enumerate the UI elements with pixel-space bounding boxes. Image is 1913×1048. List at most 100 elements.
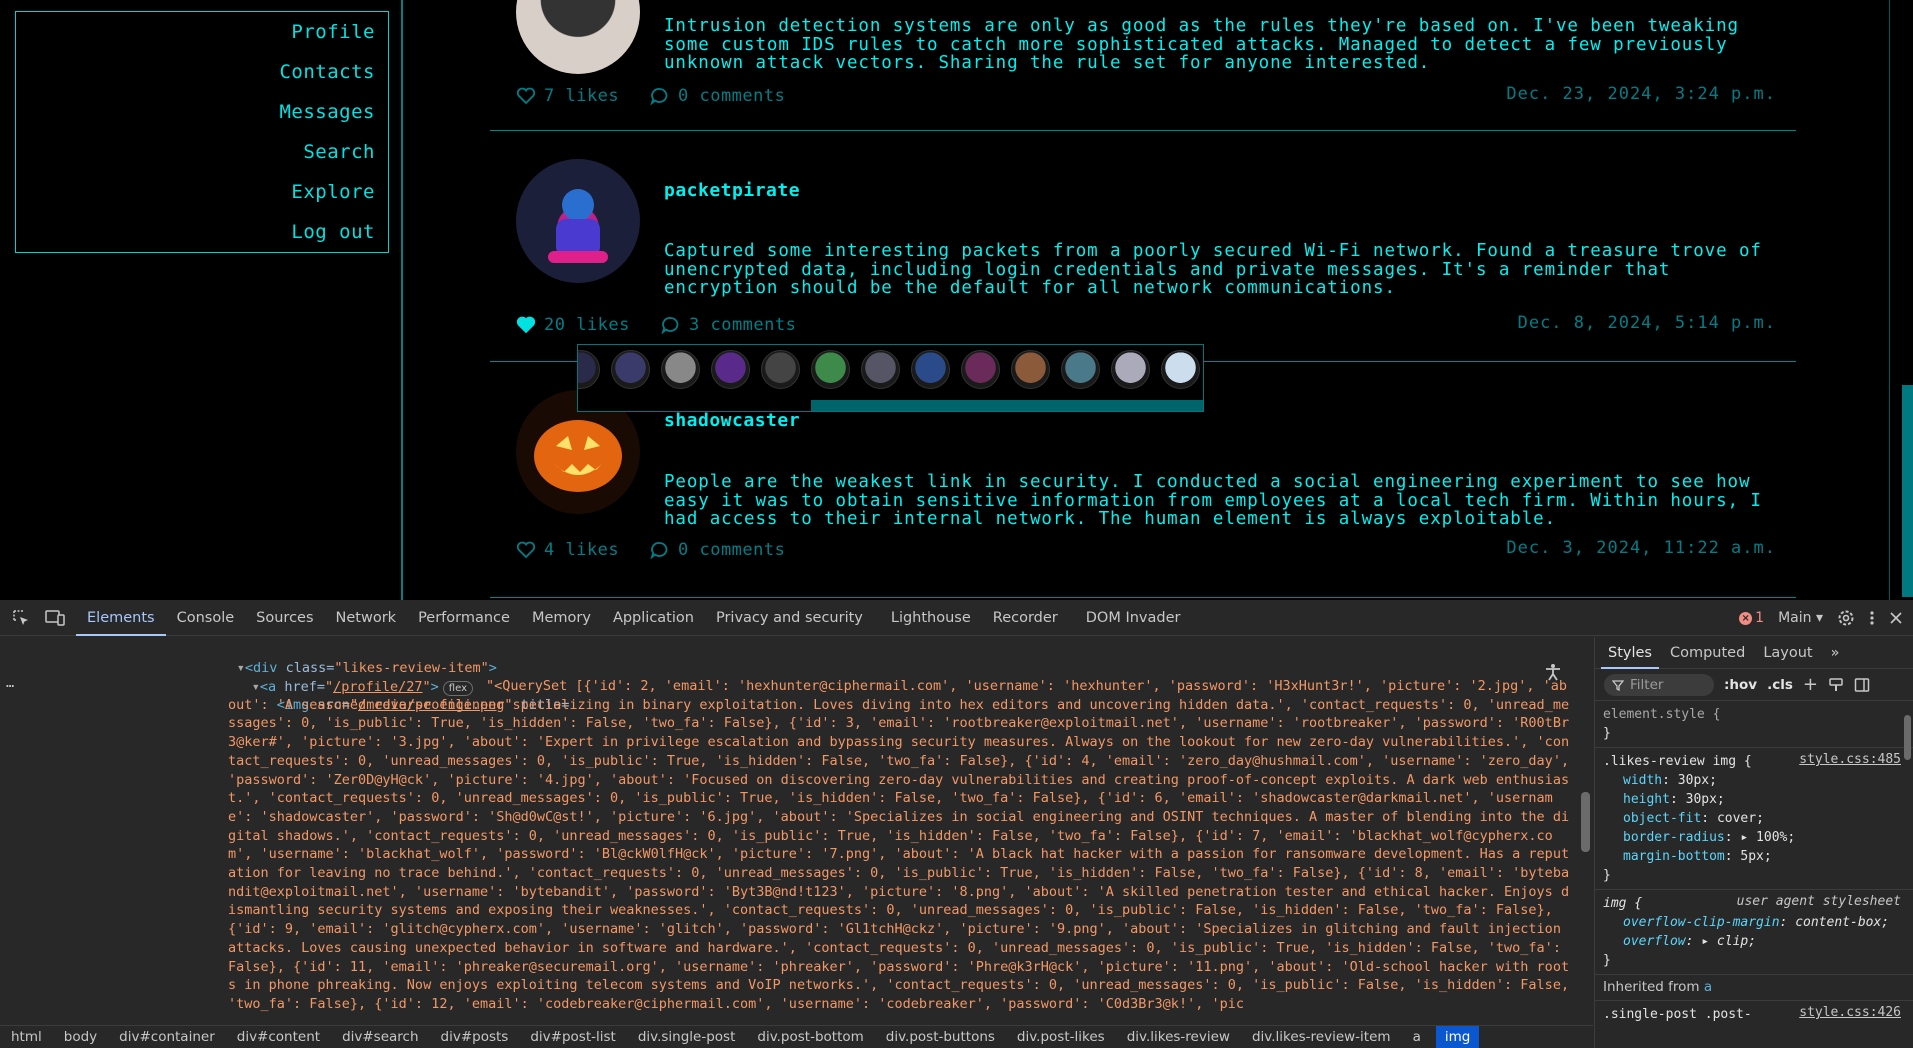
crumb[interactable]: div#content [237,1026,331,1048]
paint-icon[interactable] [1828,677,1844,693]
nav-logout[interactable]: Log out [16,212,388,252]
settings-gear-icon[interactable] [1837,609,1855,627]
tab-memory[interactable]: Memory [521,600,602,636]
liker-avatar[interactable] [811,350,850,389]
node-options-ellipsis-icon[interactable]: … [6,674,14,693]
post-username[interactable]: shadowcaster [664,410,800,431]
context-selector[interactable]: Main ▾ [1778,610,1823,626]
accessibility-icon[interactable] [1543,662,1563,682]
crumb[interactable]: div#container [119,1026,226,1048]
like-button[interactable]: 20 likes [516,315,630,335]
post-username[interactable]: packetpirate [664,180,800,201]
hov-toggle[interactable]: :hov [1724,677,1757,693]
liker-avatar[interactable] [861,350,900,389]
crumb[interactable]: div#posts [441,1026,520,1048]
nav-messages[interactable]: Messages [16,92,388,132]
element-style-rule: element.style { } [1595,701,1913,748]
liker-avatar[interactable] [761,350,800,389]
tab-dom-invader[interactable]: DOM Invader [1075,600,1192,636]
css-property[interactable]: width: 30px; [1595,771,1913,790]
more-tabs-icon[interactable]: » [1824,637,1847,669]
liker-avatar[interactable] [578,350,600,389]
styles-scrollbar[interactable] [1901,703,1913,1048]
dom-scroll-thumb[interactable] [1581,792,1590,852]
inspect-element-icon[interactable] [8,605,34,631]
comments-button[interactable]: 0 comments [650,86,785,106]
comments-count: 3 comments [689,315,797,335]
like-button[interactable]: 4 likes [516,540,619,560]
crumb-selected[interactable]: img [1435,1025,1480,1048]
tab-recorder[interactable]: Recorder [982,600,1069,636]
rule-source-link[interactable]: style.css:426 [1799,1005,1901,1020]
comment-icon [650,88,668,105]
crumb[interactable]: body [64,1026,108,1048]
comments-button[interactable]: 3 comments [661,315,796,335]
crumb[interactable]: div.likes-review [1127,1026,1241,1048]
tab-computed[interactable]: Computed [1663,637,1752,669]
styles-scroll-thumb[interactable] [1904,715,1911,760]
tab-lighthouse[interactable]: Lighthouse [880,600,982,636]
liker-avatar[interactable] [911,350,950,389]
tab-privacy-security[interactable]: Privacy and security [705,600,874,636]
context-label: Main [1778,610,1812,626]
crumb[interactable]: div.single-post [638,1026,747,1048]
device-toolbar-icon[interactable] [42,605,68,631]
toggle-sidebar-icon[interactable] [1854,677,1870,693]
crumb[interactable]: div.likes-review-item [1252,1026,1402,1048]
comments-button[interactable]: 0 comments [650,540,785,560]
nav-explore[interactable]: Explore [16,172,388,212]
css-property[interactable]: height: 30px; [1595,790,1913,809]
tab-styles[interactable]: Styles [1601,637,1659,669]
liker-avatar[interactable] [1061,350,1100,389]
nav-search[interactable]: Search [16,132,388,172]
liker-avatar[interactable] [961,350,1000,389]
crumb[interactable]: html [11,1026,53,1048]
css-property[interactable]: object-fit: cover; [1595,809,1913,828]
avatar[interactable] [516,0,640,74]
liker-avatar[interactable] [1111,350,1150,389]
crumb[interactable]: div#post-list [530,1026,626,1048]
styles-filter-input[interactable]: Filter [1604,673,1714,696]
more-options-icon[interactable] [1869,609,1875,627]
crumb[interactable]: div#search [342,1026,429,1048]
heart-icon [516,87,536,105]
ua-img-rule: user agent stylesheet img { overflow-cli… [1595,890,1913,975]
tab-network[interactable]: Network [325,600,408,636]
prop-value: 30px; [1677,773,1717,788]
liker-avatar[interactable] [1161,350,1200,389]
tab-layout[interactable]: Layout [1756,637,1819,669]
css-property[interactable]: margin-bottom: 5px; [1595,847,1913,866]
tab-console[interactable]: Console [166,600,246,636]
tab-application[interactable]: Application [602,600,705,636]
likes-review-scrollbar[interactable] [811,400,1203,411]
liker-avatar[interactable] [711,350,750,389]
comment-icon [661,317,679,334]
nav-contacts[interactable]: Contacts [16,52,388,92]
tab-sources[interactable]: Sources [245,600,324,636]
liker-avatar[interactable] [661,350,700,389]
crumb[interactable]: div.post-bottom [757,1026,874,1048]
nav-profile[interactable]: Profile [16,12,388,52]
tab-performance[interactable]: Performance [407,600,521,636]
error-counter[interactable]: × 1 [1739,610,1764,626]
liker-avatar[interactable] [1011,350,1050,389]
crumb[interactable]: a [1413,1026,1432,1048]
tab-elements[interactable]: Elements [76,600,166,636]
prop-name: border-radius [1623,830,1725,845]
crumb[interactable]: div.post-likes [1017,1026,1116,1048]
prop-name: object-fit [1623,811,1702,826]
rule-source-link[interactable]: style.css:485 [1799,752,1901,767]
page-scroll-thumb[interactable] [1902,385,1913,597]
cls-toggle[interactable]: .cls [1767,677,1793,693]
inherited-element-link[interactable]: a [1704,979,1712,995]
post-body: Captured some interesting packets from a… [664,241,1762,298]
dom-scrollbar[interactable] [1578,637,1593,1025]
new-rule-icon[interactable]: + [1803,674,1818,695]
crumb[interactable]: div.post-buttons [886,1026,1006,1048]
liker-avatar[interactable] [611,350,650,389]
like-button[interactable]: 7 likes [516,86,619,106]
css-property[interactable]: border-radius: ▸ 100%; [1595,828,1913,847]
close-devtools-icon[interactable] [1889,611,1903,625]
avatar[interactable] [516,159,640,283]
post-separator [490,130,1796,131]
